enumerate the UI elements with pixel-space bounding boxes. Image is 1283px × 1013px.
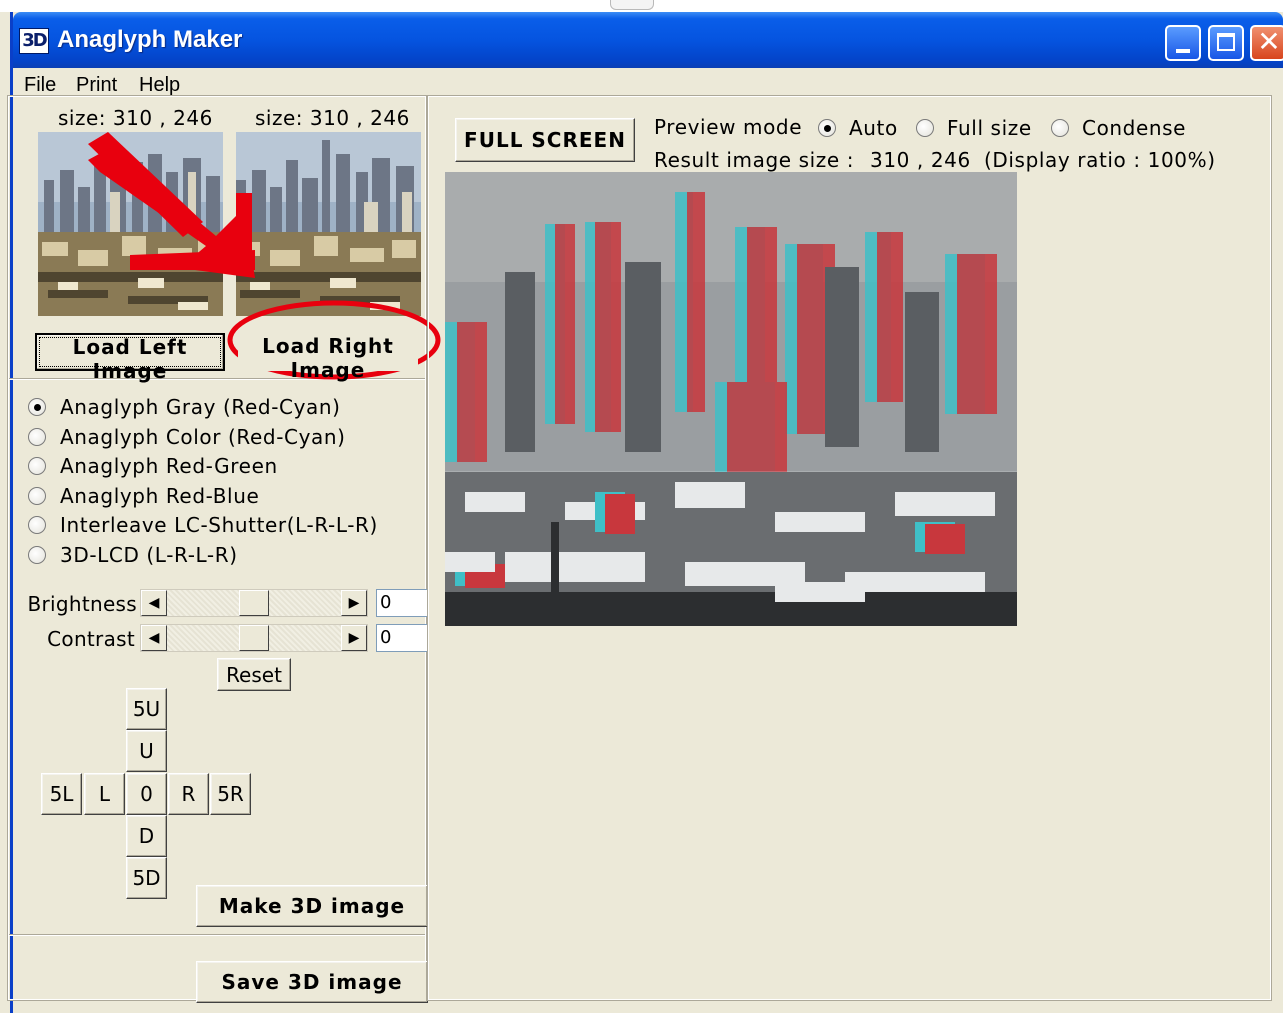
mode-option-label: Anaglyph Gray (Red-Cyan) [60, 395, 341, 419]
preview-option-label: Condense [1082, 116, 1187, 140]
mode-option[interactable]: Anaglyph Red-Blue [28, 482, 259, 510]
contrast-thumb[interactable] [239, 625, 269, 651]
make-3d-image-button[interactable]: Make 3D image [196, 885, 428, 927]
nudge-down-5-button[interactable]: 5D [126, 857, 167, 899]
nudge-left-5-button[interactable]: 5L [41, 773, 82, 815]
scroll-right-icon[interactable]: ▶ [341, 590, 367, 616]
result-size-label: Result image size : [654, 148, 855, 172]
brightness-thumb[interactable] [239, 590, 269, 616]
radio[interactable] [916, 119, 934, 137]
brightness-value[interactable]: 0 [376, 589, 428, 617]
mode-option[interactable]: Anaglyph Gray (Red-Cyan) [28, 393, 341, 421]
mode-option[interactable]: Interleave LC-Shutter(L-R-L-R) [28, 511, 378, 539]
nudge-center-button[interactable]: 0 [126, 773, 167, 815]
nudge-left-button[interactable]: L [84, 773, 125, 815]
save-3d-image-button[interactable]: Save 3D image [196, 961, 428, 1003]
nudge-up-button[interactable]: U [126, 730, 167, 772]
load-right-image-button[interactable]: Load Right Image [238, 333, 418, 382]
nudge-down-button[interactable]: D [126, 815, 167, 857]
nudge-up-5-button[interactable]: 5U [126, 688, 167, 730]
nudge-right-button[interactable]: R [168, 773, 209, 815]
preview-option-label: Full size [947, 116, 1032, 140]
load-left-image-button[interactable]: Load Left Image [35, 333, 225, 383]
preview-option-label: Auto [849, 116, 898, 140]
radio[interactable] [28, 457, 46, 475]
mode-option-label: Anaglyph Color (Red-Cyan) [60, 425, 346, 449]
scroll-left-icon[interactable]: ◀ [141, 590, 167, 616]
brightness-label: Brightness [27, 592, 137, 616]
preview-option-auto[interactable]: Auto [818, 114, 898, 142]
preview-option-full-size[interactable]: Full size [916, 114, 1032, 142]
radio[interactable] [28, 516, 46, 534]
radio[interactable] [28, 546, 46, 564]
contrast-label: Contrast [47, 627, 135, 651]
radio[interactable] [28, 487, 46, 505]
reset-button[interactable]: Reset [217, 658, 291, 691]
nudge-right-5-button[interactable]: 5R [210, 773, 251, 815]
anaglyph-preview-image [445, 172, 1017, 626]
mode-option-label: Interleave LC-Shutter(L-R-L-R) [60, 513, 378, 537]
mode-option[interactable]: 3D-LCD (L-R-L-R) [28, 541, 238, 569]
mode-option-label: 3D-LCD (L-R-L-R) [60, 543, 238, 567]
contrast-slider[interactable]: ◀ ▶ [140, 624, 368, 652]
scroll-left-icon[interactable]: ◀ [141, 625, 167, 651]
annotation-arrow-base [130, 250, 255, 270]
mode-option-label: Anaglyph Red-Blue [60, 484, 260, 508]
brightness-slider[interactable]: ◀ ▶ [140, 589, 368, 617]
radio-selected[interactable] [28, 398, 46, 416]
anaglyph-preview [445, 172, 1017, 626]
display-ratio: (Display ratio : 100%) [984, 148, 1216, 172]
preview-option-condense[interactable]: Condense [1051, 114, 1186, 142]
radio[interactable] [1051, 119, 1069, 137]
preview-mode-label: Preview mode [654, 115, 803, 139]
result-size-value: 310 , 246 [870, 148, 971, 172]
contrast-value[interactable]: 0 [376, 624, 428, 652]
full-screen-button[interactable]: FULL SCREEN [455, 118, 635, 162]
radio[interactable] [28, 428, 46, 446]
mode-option[interactable]: Anaglyph Red-Green [28, 452, 278, 480]
mode-option-label: Anaglyph Red-Green [60, 454, 278, 478]
radio-selected[interactable] [818, 119, 836, 137]
scroll-right-icon[interactable]: ▶ [341, 625, 367, 651]
mode-option[interactable]: Anaglyph Color (Red-Cyan) [28, 423, 346, 451]
